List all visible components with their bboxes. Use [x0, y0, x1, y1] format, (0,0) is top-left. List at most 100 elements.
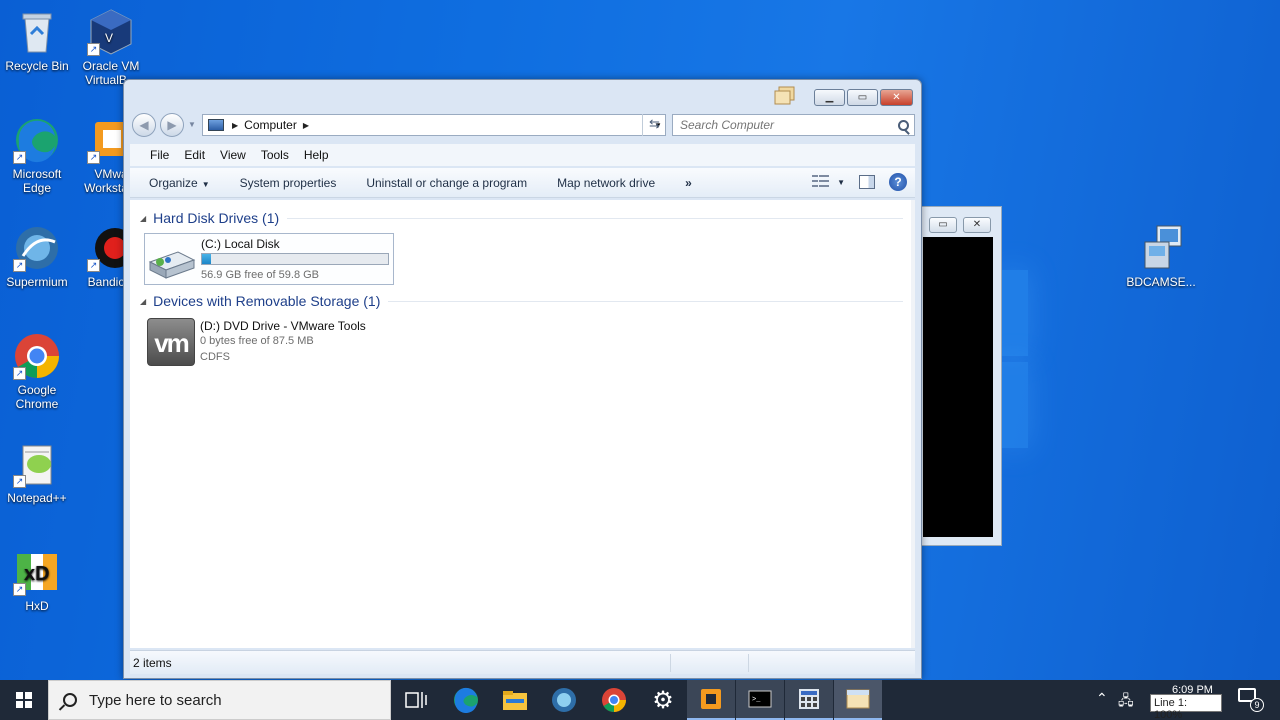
disk-usage-fill	[202, 254, 212, 264]
taskbar-terminal[interactable]: >_	[736, 680, 784, 720]
group-header-removable-storage[interactable]: ◢ Devices with Removable Storage (1)	[140, 293, 903, 309]
shortcut-arrow-icon: ↗	[87, 151, 100, 164]
scrollbar[interactable]	[911, 200, 915, 648]
edge-icon: ↗	[13, 116, 61, 164]
drive-name: (D:) DVD Drive - VMware Tools	[200, 319, 366, 333]
settings-icon: ⚙	[652, 686, 674, 714]
menu-help[interactable]: Help	[304, 148, 329, 162]
disk-usage-bar	[201, 253, 389, 265]
task-view-icon	[405, 692, 427, 708]
taskbar-search[interactable]	[48, 680, 391, 720]
chevron-down-icon: ▼	[201, 179, 210, 189]
desktop-icon-virtualbox[interactable]: V ↗ Oracle VM VirtualB...	[74, 8, 148, 87]
menu-tools[interactable]: Tools	[261, 148, 289, 162]
supermium-icon: ↗	[13, 224, 61, 272]
installer-icon	[1137, 224, 1185, 272]
file-explorer-icon	[503, 691, 527, 710]
tooltip: Line 1: 100%	[1150, 694, 1222, 720]
map-network-drive-button[interactable]: Map network drive	[557, 176, 655, 190]
edge-icon	[454, 687, 478, 713]
minimize-button[interactable]: ▁	[814, 89, 845, 106]
taskbar-settings[interactable]: ⚙	[639, 680, 687, 720]
search-icon[interactable]	[898, 119, 909, 131]
taskbar-vmware[interactable]	[687, 680, 735, 720]
command-bar: Organize ▼ System properties Uninstall or…	[130, 168, 915, 198]
breadcrumb-computer[interactable]: Computer	[244, 118, 297, 132]
desktop-icon-edge[interactable]: ↗ Microsoft Edge	[0, 116, 74, 195]
menu-file[interactable]: File	[150, 148, 169, 162]
taskbar-edge[interactable]	[442, 680, 490, 720]
recycle-bin-icon	[13, 8, 61, 56]
maximize-button[interactable]: ▭	[847, 89, 878, 106]
group-title: Hard Disk Drives (1)	[153, 210, 280, 226]
desktop-icon-recycle-bin[interactable]: Recycle Bin	[0, 8, 74, 73]
background-window[interactable]: ▭ ✕	[914, 206, 1002, 546]
address-bar[interactable]: ▶ Computer ▶ ▼	[202, 114, 666, 136]
preview-pane-icon[interactable]	[859, 175, 875, 189]
start-button[interactable]	[0, 680, 48, 720]
drive-item-c[interactable]: (C:) Local Disk 56.9 GB free of 59.8 GB	[144, 233, 394, 285]
change-view-button[interactable]: ▼	[812, 175, 845, 189]
taskbar-chrome[interactable]	[590, 680, 638, 720]
content-pane[interactable]: ◢ Hard Disk Drives (1) (C:) Local Disk 5…	[130, 200, 915, 648]
breadcrumb-arrow-icon[interactable]: ▶	[232, 121, 238, 130]
shortcut-arrow-icon: ↗	[13, 151, 26, 164]
explorer-window-icon	[846, 689, 870, 709]
more-commands-button[interactable]: »	[685, 176, 692, 190]
menu-view[interactable]: View	[220, 148, 246, 162]
collapse-triangle-icon[interactable]: ◢	[140, 214, 146, 223]
task-view-button[interactable]	[392, 680, 440, 720]
close-button[interactable]: ✕	[880, 89, 913, 106]
supermium-icon	[552, 688, 576, 712]
recent-pages-dropdown[interactable]: ▼	[188, 120, 196, 129]
svg-text:xD: xD	[24, 563, 50, 585]
background-window-content	[923, 237, 993, 537]
breadcrumb-arrow-icon[interactable]: ▶	[303, 121, 309, 130]
uninstall-program-button[interactable]: Uninstall or change a program	[366, 176, 527, 190]
taskbar-search-input[interactable]	[89, 691, 369, 709]
computer-icon	[208, 119, 224, 131]
taskbar-explorer-window[interactable]	[834, 680, 882, 720]
drive-free-space: 0 bytes free of 87.5 MB	[200, 335, 314, 347]
menu-edit[interactable]: Edit	[184, 148, 205, 162]
desktop-icon-bdcamsetup[interactable]: BDCAMSE...	[1124, 224, 1198, 289]
taskbar-supermium[interactable]	[540, 680, 588, 720]
close-icon[interactable]: ✕	[963, 217, 991, 233]
desktop-icon-hxd[interactable]: xD ↗ HxD	[0, 548, 74, 613]
notification-center-button[interactable]: 9	[1238, 688, 1264, 712]
status-divider	[670, 654, 671, 672]
refresh-button[interactable]: ⇆	[642, 114, 666, 136]
desktop-icon-supermium[interactable]: ↗ Supermium	[0, 224, 74, 289]
svg-text:V: V	[105, 31, 113, 45]
taskbar-file-explorer[interactable]	[491, 680, 539, 720]
help-icon[interactable]: ?	[889, 173, 907, 191]
desktop-icon-notepadpp[interactable]: ↗ Notepad++	[0, 440, 74, 505]
shortcut-arrow-icon: ↗	[87, 43, 100, 56]
navigation-bar: ◀ ▶ ▼ ▶ Computer ▶ ▼ ⇆	[132, 112, 915, 138]
group-header-hard-disk-drives[interactable]: ◢ Hard Disk Drives (1)	[140, 210, 903, 226]
hard-drive-icon	[148, 246, 196, 280]
organize-button[interactable]: Organize ▼	[149, 176, 210, 190]
explorer-window[interactable]: ▁ ▭ ✕ ◀ ▶ ▼ ▶ Computer ▶ ▼ ⇆ File Edit V…	[123, 79, 922, 679]
drive-name: (C:) Local Disk	[201, 237, 280, 251]
search-box[interactable]	[672, 114, 915, 136]
show-hidden-icons[interactable]: ⌃	[1096, 690, 1108, 707]
forward-button[interactable]: ▶	[160, 113, 184, 137]
back-button[interactable]: ◀	[132, 113, 156, 137]
shortcut-arrow-icon: ↗	[13, 367, 26, 380]
collapse-triangle-icon[interactable]: ◢	[140, 297, 146, 306]
view-controls: ▼ ?	[812, 173, 907, 191]
drive-item-d[interactable]: vm (D:) DVD Drive - VMware Tools 0 bytes…	[144, 316, 394, 368]
shortcut-arrow-icon: ↗	[13, 475, 26, 488]
windows-logo-background	[1000, 270, 1230, 470]
maximize-icon[interactable]: ▭	[929, 217, 957, 233]
item-count: 2 items	[133, 655, 172, 670]
network-icon[interactable]: 🖧	[1118, 690, 1134, 714]
search-input[interactable]	[680, 118, 880, 132]
system-properties-button[interactable]: System properties	[240, 176, 337, 190]
virtualbox-icon: V ↗	[87, 8, 135, 56]
desktop-icon-chrome[interactable]: ↗ Google Chrome	[0, 332, 74, 411]
group-divider	[287, 217, 903, 219]
drive-filesystem: CDFS	[200, 351, 230, 363]
taskbar-calculator[interactable]	[785, 680, 833, 720]
